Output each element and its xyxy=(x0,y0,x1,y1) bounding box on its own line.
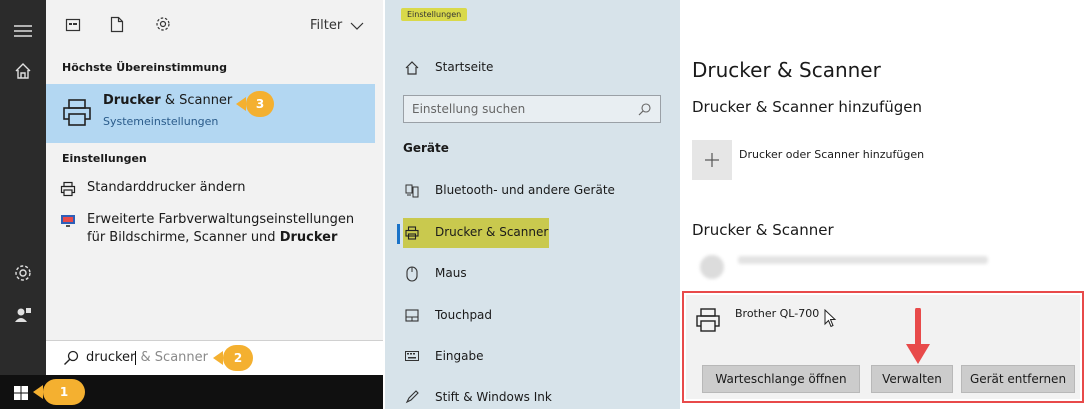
printers-page-panel: Drucker & Scanner Drucker & Scanner hinz… xyxy=(680,0,1086,409)
result-standarddrucker[interactable]: Standarddrucker ändern xyxy=(60,178,375,202)
settings-search-placeholder: Einstellung suchen xyxy=(412,102,526,116)
bluetooth-devices-icon xyxy=(405,184,419,198)
search-query-typed: drucker xyxy=(86,350,136,365)
home-icon xyxy=(405,61,419,75)
display-color-icon xyxy=(60,213,76,229)
taskbar: 1 xyxy=(0,375,383,409)
printer-list-header: Drucker & Scanner xyxy=(692,221,834,239)
settings-search-input[interactable]: Einstellung suchen xyxy=(403,95,661,123)
best-match-subtitle: Systemeinstellungen xyxy=(103,115,219,128)
printer-icon xyxy=(62,98,92,128)
search-icon xyxy=(63,350,79,366)
filter-label: Filter xyxy=(310,18,343,33)
best-match-title: Drucker & Scanner xyxy=(103,93,232,108)
search-icon xyxy=(638,103,651,116)
hamburger-menu-icon[interactable] xyxy=(14,24,32,38)
nav-item-stift[interactable]: Stift & Windows Ink xyxy=(403,387,661,409)
blurred-printer-entry[interactable] xyxy=(692,251,992,281)
nav-item-drucker[interactable]: Drucker & Scanner xyxy=(403,222,661,246)
mouse-pointer-icon xyxy=(824,309,838,329)
filter-button[interactable]: Filter xyxy=(310,18,364,33)
nav-item-eingabe-label: Eingabe xyxy=(435,349,484,363)
step-badge-3-number: 3 xyxy=(246,91,274,117)
documents-filter-icon[interactable] xyxy=(110,16,124,33)
search-query-suggestion: & Scanner xyxy=(136,350,208,365)
step-badge-1-number: 1 xyxy=(43,379,85,405)
mouse-icon xyxy=(406,266,418,282)
best-match-header: Höchste Übereinstimmung xyxy=(62,61,227,74)
page-title: Drucker & Scanner xyxy=(692,58,881,82)
step-badge-2: 2 xyxy=(213,345,253,371)
printer-icon xyxy=(405,226,419,240)
apps-filter-icon[interactable] xyxy=(65,17,81,33)
chevron-down-icon xyxy=(350,21,364,31)
result-farbverwaltung-line1: Erweiterte Farbverwaltungseinstellungen xyxy=(87,212,355,227)
keyboard-icon xyxy=(405,351,419,361)
settings-nav-panel: Einstellungen Startseite Einstellung suc… xyxy=(383,0,680,409)
step-badge-3: 3 xyxy=(236,91,274,117)
nav-startseite[interactable]: Startseite xyxy=(403,58,661,82)
nav-item-touchpad-label: Touchpad xyxy=(435,308,493,322)
add-printer-button[interactable]: Drucker oder Scanner hinzufügen xyxy=(692,140,992,184)
start-menu-panel: Filter Höchste Übereinstimmung Drucker &… xyxy=(0,0,383,409)
red-down-arrow-icon xyxy=(904,308,932,366)
nav-startseite-label: Startseite xyxy=(435,60,494,74)
nav-item-bluetooth[interactable]: Bluetooth- und andere Geräte xyxy=(403,180,661,204)
best-match-title-rest: & Scanner xyxy=(160,93,233,108)
settings-gear-icon[interactable] xyxy=(14,264,32,282)
result-farbverwaltung-line2-text: für Bildschirme, Scanner und xyxy=(87,230,280,245)
touchpad-icon xyxy=(405,309,419,322)
result-farbverwaltung-line2: für Bildschirme, Scanner und Drucker xyxy=(87,230,337,245)
add-printer-label: Drucker oder Scanner hinzufügen xyxy=(739,148,925,161)
home-icon[interactable] xyxy=(14,62,32,80)
start-menu-rail xyxy=(0,0,46,409)
remove-device-button[interactable]: Gerät entfernen xyxy=(961,365,1075,393)
search-query: drucker & Scanner xyxy=(86,350,208,365)
selected-printer-name: Brother QL-700 xyxy=(735,307,820,320)
best-match-title-bold: Drucker xyxy=(103,93,161,108)
result-farbverwaltung-line2-bold: Drucker xyxy=(279,230,338,245)
step-badge-2-number: 2 xyxy=(223,345,253,371)
manage-button[interactable]: Verwalten xyxy=(871,365,953,393)
pen-icon xyxy=(405,390,419,404)
settings-window-title: Einstellungen xyxy=(401,8,468,21)
nav-item-bluetooth-label: Bluetooth- und andere Geräte xyxy=(435,183,615,197)
nav-item-eingabe[interactable]: Eingabe xyxy=(403,346,661,370)
windows-start-icon[interactable] xyxy=(14,386,28,400)
open-queue-button[interactable]: Warteschlange öffnen xyxy=(702,365,860,393)
step-badge-1: 1 xyxy=(33,379,85,405)
nav-item-touchpad[interactable]: Touchpad xyxy=(403,305,661,329)
result-farbverwaltung[interactable]: Erweiterte Farbverwaltungseinstellungen … xyxy=(60,210,375,252)
nav-item-maus-label: Maus xyxy=(435,266,467,280)
blurred-printer-name xyxy=(738,256,988,264)
nav-item-maus[interactable]: Maus xyxy=(403,263,661,287)
printer-icon xyxy=(60,181,76,197)
settings-section-header: Einstellungen xyxy=(62,152,147,165)
nav-active-indicator xyxy=(397,224,400,244)
nav-item-stift-label: Stift & Windows Ink xyxy=(435,390,552,404)
result-standarddrucker-label: Standarddrucker ändern xyxy=(87,180,246,195)
blurred-printer-icon xyxy=(700,255,724,279)
best-match-result[interactable]: Drucker & Scanner Systemeinstellungen xyxy=(46,84,375,143)
nav-section-geraete: Geräte xyxy=(403,141,449,155)
settings-filter-icon[interactable] xyxy=(155,16,171,32)
plus-icon xyxy=(692,140,732,180)
printer-icon xyxy=(695,307,721,333)
user-account-icon[interactable] xyxy=(14,306,32,324)
nav-item-drucker-label: Drucker & Scanner xyxy=(435,225,549,239)
add-section-header: Drucker & Scanner hinzufügen xyxy=(692,98,922,116)
search-results-toolbar: Filter xyxy=(46,0,383,52)
